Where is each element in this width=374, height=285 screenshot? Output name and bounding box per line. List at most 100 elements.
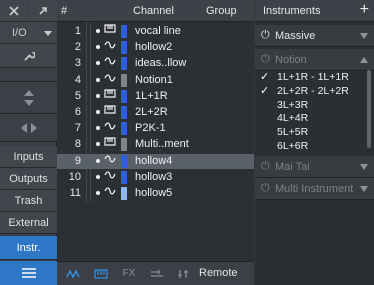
output-label: 2L+2R - 2L+2R xyxy=(277,84,349,97)
power-icon[interactable]: ⏻ xyxy=(261,182,273,194)
output-label: 4L+4R xyxy=(277,112,309,125)
track-color-swatch[interactable] xyxy=(121,73,127,87)
track-row[interactable]: 3 ideas..llow xyxy=(57,56,254,71)
instrument-notion[interactable]: ⏻ Notion xyxy=(255,49,374,71)
power-icon[interactable]: ⏻ xyxy=(261,53,273,65)
track-color-swatch[interactable] xyxy=(121,89,127,103)
collapse-icon[interactable] xyxy=(0,0,28,22)
output-label: 1L+1R - 1L+1R xyxy=(277,71,349,83)
track-row[interactable]: 9 hollow4 xyxy=(57,153,254,169)
chevron-down-icon[interactable] xyxy=(360,33,368,39)
instr-button[interactable]: Instr. xyxy=(0,236,57,260)
io-dropdown[interactable]: I/O xyxy=(0,22,57,44)
output-label: 6L+6R xyxy=(277,140,309,152)
track-color-swatch[interactable] xyxy=(121,122,127,136)
track-number: 9 xyxy=(74,154,81,167)
number-column-header: # xyxy=(61,5,68,17)
output-item[interactable]: ✓ 1L+1R - 1L+1R xyxy=(255,70,365,84)
record-dot-icon[interactable] xyxy=(96,191,100,195)
instrument-filter-button[interactable] xyxy=(87,262,115,285)
instrument-name: Multi Instrument xyxy=(275,183,354,195)
track-row[interactable]: 6 2L+2R xyxy=(57,105,254,120)
track-list-header: # Channel Group xyxy=(57,0,254,22)
record-dot-icon[interactable] xyxy=(96,77,100,82)
track-name: ideas..llow xyxy=(135,57,187,70)
instrument-multi-instrument[interactable]: ⏻ Multi Instrument xyxy=(255,178,374,200)
keyboard-icon xyxy=(103,137,117,151)
track-name: hollow4 xyxy=(135,154,173,167)
track-color-swatch[interactable] xyxy=(121,138,127,152)
console-window: I/O Inputs Outputs Trash External Instr.… xyxy=(0,0,374,285)
record-dot-icon[interactable] xyxy=(96,126,100,131)
keyboard-icon xyxy=(103,105,117,119)
instrument-name: Massive xyxy=(275,30,316,42)
record-dot-icon[interactable] xyxy=(96,45,100,50)
track-color-swatch[interactable] xyxy=(121,187,127,200)
track-row[interactable]: 2 hollow2 xyxy=(57,40,254,55)
record-dot-icon[interactable] xyxy=(96,110,100,114)
record-dot-icon[interactable] xyxy=(96,61,100,66)
instrument-massive[interactable]: ⏻ Massive xyxy=(255,25,374,47)
power-icon[interactable]: ⏻ xyxy=(261,160,273,172)
track-color-swatch[interactable] xyxy=(121,170,127,184)
channel-column-header[interactable]: Channel xyxy=(133,5,174,17)
trash-button[interactable]: Trash xyxy=(0,190,57,212)
waveform-icon xyxy=(103,154,117,168)
move-up-down-button[interactable] xyxy=(0,82,57,114)
record-dot-icon[interactable] xyxy=(96,29,100,33)
inputs-button[interactable]: Inputs xyxy=(0,146,57,168)
output-label: 5L+5R xyxy=(277,126,309,139)
chevron-up-icon[interactable] xyxy=(360,57,368,63)
track-color-swatch[interactable] xyxy=(121,57,127,71)
track-row[interactable]: 11 hollow5 xyxy=(57,186,254,201)
track-row[interactable]: 5 1L+1R xyxy=(57,89,254,104)
track-row[interactable]: 4 Notion1 xyxy=(57,73,254,88)
record-dot-icon[interactable] xyxy=(96,158,100,163)
outputs-scrollbar[interactable] xyxy=(367,70,371,148)
output-item[interactable]: 4L+4R xyxy=(255,111,365,125)
power-icon[interactable]: ⏻ xyxy=(261,29,273,41)
expand-icon[interactable] xyxy=(29,0,57,22)
remote-button[interactable]: Remote xyxy=(199,267,238,279)
audio-filter-button[interactable] xyxy=(59,262,87,285)
record-dot-icon[interactable] xyxy=(96,142,100,147)
track-row[interactable]: 7 P2K-1 xyxy=(57,121,254,136)
add-instrument-button[interactable]: + xyxy=(360,1,369,19)
keyboard-icon xyxy=(94,268,108,279)
instrument-mai-tai[interactable]: ⏻ Mai Tai xyxy=(255,156,374,178)
track-color-swatch[interactable] xyxy=(121,106,127,119)
wrench-button[interactable] xyxy=(0,44,57,68)
output-item[interactable]: ✓ 2L+2R - 2L+2R xyxy=(255,84,365,98)
menu-button[interactable] xyxy=(0,261,57,285)
output-item[interactable]: 3L+3R xyxy=(255,98,365,112)
outputs-button[interactable]: Outputs xyxy=(0,168,57,190)
output-item[interactable]: 5L+5R xyxy=(255,125,365,139)
track-number: 7 xyxy=(74,122,81,135)
expand-width-button[interactable] xyxy=(0,114,57,142)
chevron-down-icon[interactable] xyxy=(360,164,368,170)
external-button[interactable]: External xyxy=(0,212,57,234)
track-row[interactable]: 8 Multi..ment xyxy=(57,137,254,152)
track-color-swatch[interactable] xyxy=(121,25,127,38)
wrench-icon xyxy=(23,51,35,61)
instr-label: Instr. xyxy=(16,241,41,254)
waveform-icon xyxy=(103,186,117,200)
record-dot-icon[interactable] xyxy=(96,174,100,179)
track-list-footer: FX Remote xyxy=(57,261,254,285)
track-row[interactable]: 10 hollow3 xyxy=(57,170,254,185)
track-number: 10 xyxy=(68,170,81,183)
output-item[interactable]: 6L+6R xyxy=(255,139,365,153)
record-dot-icon[interactable] xyxy=(96,93,100,98)
keyboard-icon xyxy=(103,89,117,103)
track-row[interactable]: 1 vocal line xyxy=(57,24,254,39)
trash-label: Trash xyxy=(14,194,43,207)
track-color-swatch[interactable] xyxy=(121,154,127,168)
track-name: Multi..ment xyxy=(135,138,189,151)
bus-filter-button[interactable] xyxy=(143,262,171,285)
track-name: 2L+2R xyxy=(135,106,168,118)
fx-filter-button[interactable]: FX xyxy=(115,262,143,285)
vca-filter-button[interactable] xyxy=(169,262,197,285)
track-color-swatch[interactable] xyxy=(121,41,127,55)
chevron-down-icon[interactable] xyxy=(360,186,368,192)
group-column-header[interactable]: Group xyxy=(206,5,237,17)
